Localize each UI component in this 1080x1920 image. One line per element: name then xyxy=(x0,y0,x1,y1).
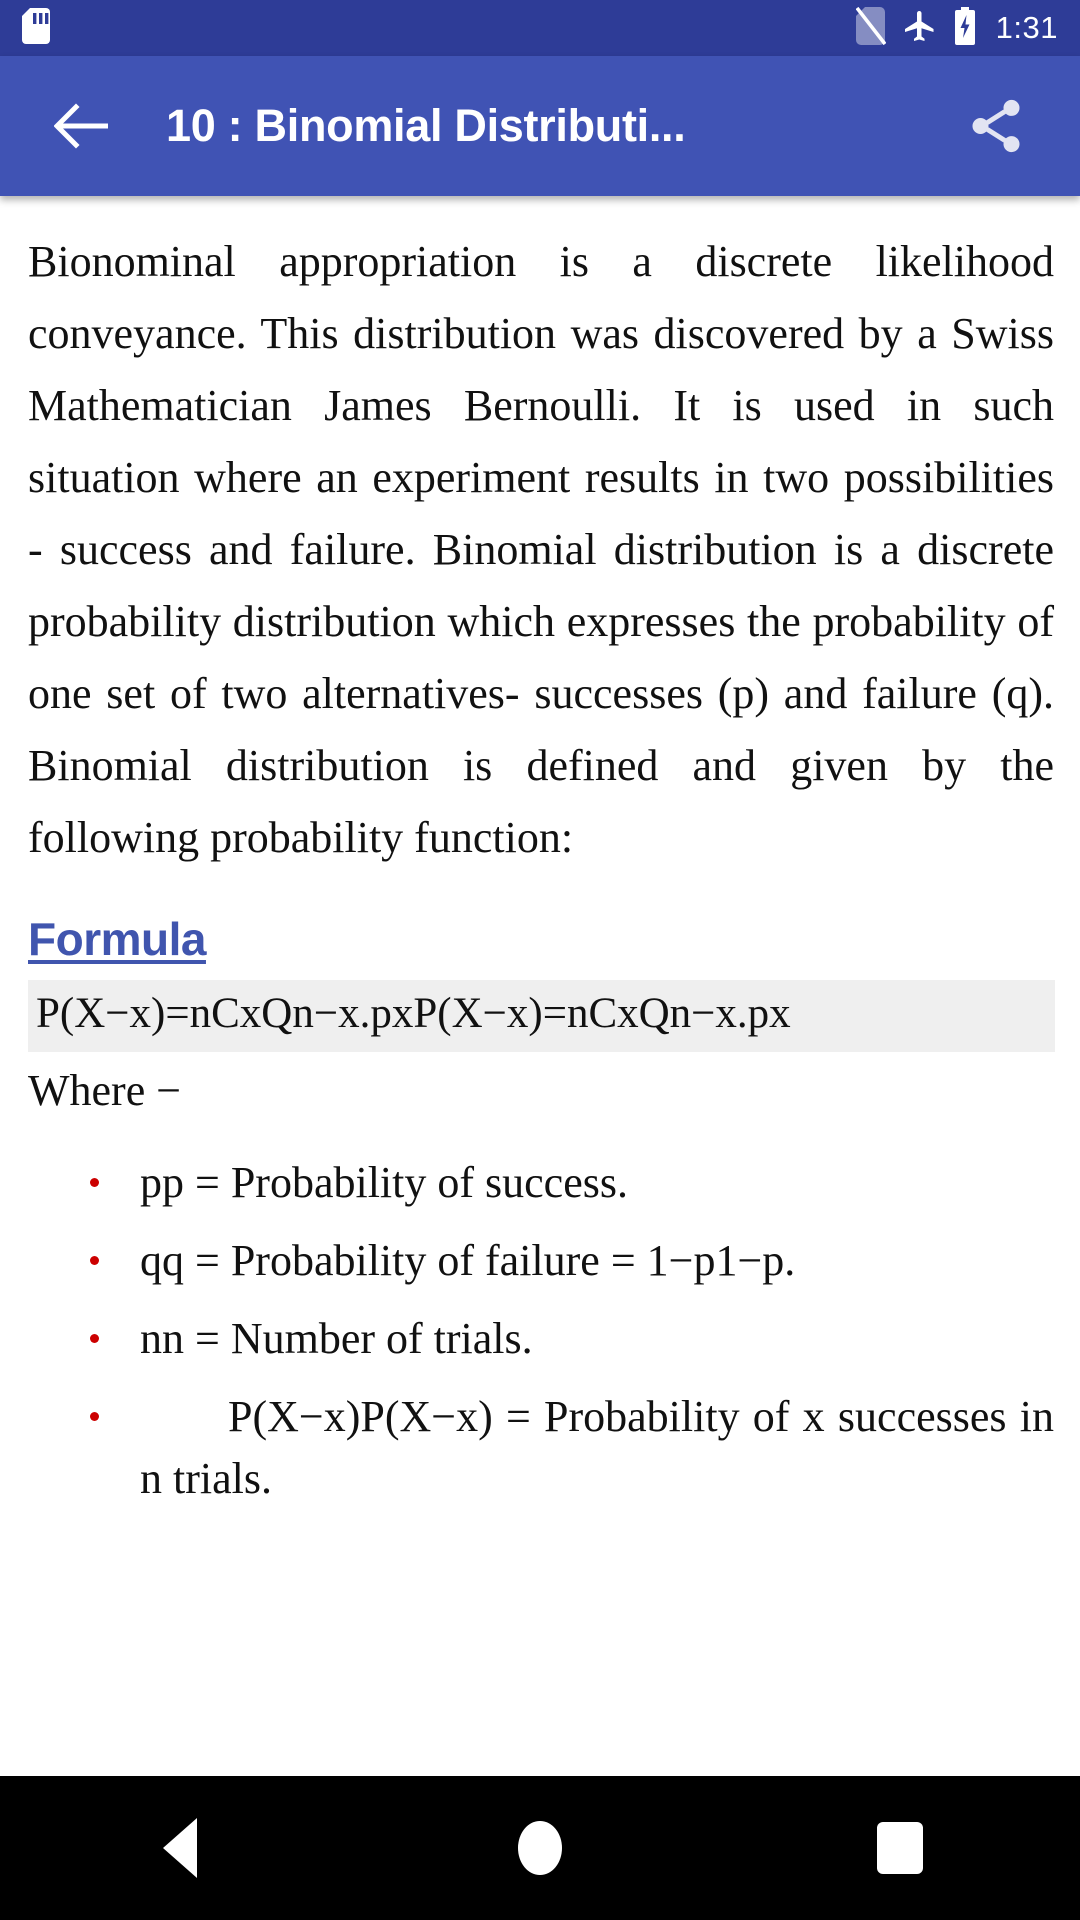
phone-screen: 1:31 10 : Binomial Distributi... Bionomi… xyxy=(0,0,1080,1920)
list-item: nn = Number of trials. xyxy=(28,1308,1054,1370)
back-arrow-icon xyxy=(54,103,108,149)
share-icon xyxy=(972,99,1020,153)
system-navigation-bar xyxy=(0,1776,1080,1920)
list-item: pp = Probability of success. xyxy=(28,1152,1054,1214)
status-bar: 1:31 xyxy=(0,0,1080,56)
definitions-list: pp = Probability of success. qq = Probab… xyxy=(28,1152,1054,1510)
status-bar-left-icons xyxy=(22,7,50,49)
bullet-dot-icon xyxy=(90,1178,99,1187)
intro-paragraph: Bionominal appropriation is a discrete l… xyxy=(28,237,1054,862)
article-content[interactable]: Bionominal appropriation is a discrete l… xyxy=(0,196,1080,1776)
nav-recents-icon xyxy=(877,1822,923,1874)
airplane-mode-icon xyxy=(902,8,938,49)
page-title: 10 : Binomial Distributi... xyxy=(166,100,686,151)
nav-home-icon xyxy=(518,1821,562,1875)
list-item-label: qq = Probability of failure = 1−p1−p. xyxy=(140,1236,796,1285)
status-bar-clock: 1:31 xyxy=(995,10,1058,45)
list-item-label: nn = Number of trials. xyxy=(140,1314,533,1363)
status-bar-right-icons: 1:31 xyxy=(855,6,1058,50)
list-item: qq = Probability of failure = 1−p1−p. xyxy=(28,1230,1054,1292)
nav-back-icon xyxy=(163,1818,197,1878)
share-button[interactable] xyxy=(964,94,1028,158)
no-sim-icon xyxy=(855,6,887,50)
nav-home-button[interactable] xyxy=(455,1776,625,1920)
list-item-label: pp = Probability of success. xyxy=(140,1158,628,1207)
app-bar: 10 : Binomial Distributi... xyxy=(0,56,1080,196)
list-item: P(X−x)P(X−x) = Probability of x successe… xyxy=(28,1386,1054,1510)
formula-box: P(X−x)=nCxQn−x.pxP(X−x)=nCxQn−x.px xyxy=(28,980,1055,1052)
nav-back-button[interactable] xyxy=(95,1776,265,1920)
formula-heading-link[interactable]: Formula xyxy=(28,912,206,966)
nav-recents-button[interactable] xyxy=(815,1776,985,1920)
bullet-dot-icon xyxy=(90,1334,99,1343)
sd-card-icon xyxy=(22,7,50,49)
where-label: Where − xyxy=(28,1066,182,1115)
bullet-dot-icon xyxy=(90,1412,99,1421)
bullet-dot-icon xyxy=(90,1256,99,1265)
back-button[interactable] xyxy=(50,94,114,158)
battery-charging-icon xyxy=(954,6,976,50)
list-item-label: P(X−x)P(X−x) = Probability of x successe… xyxy=(140,1392,1054,1503)
